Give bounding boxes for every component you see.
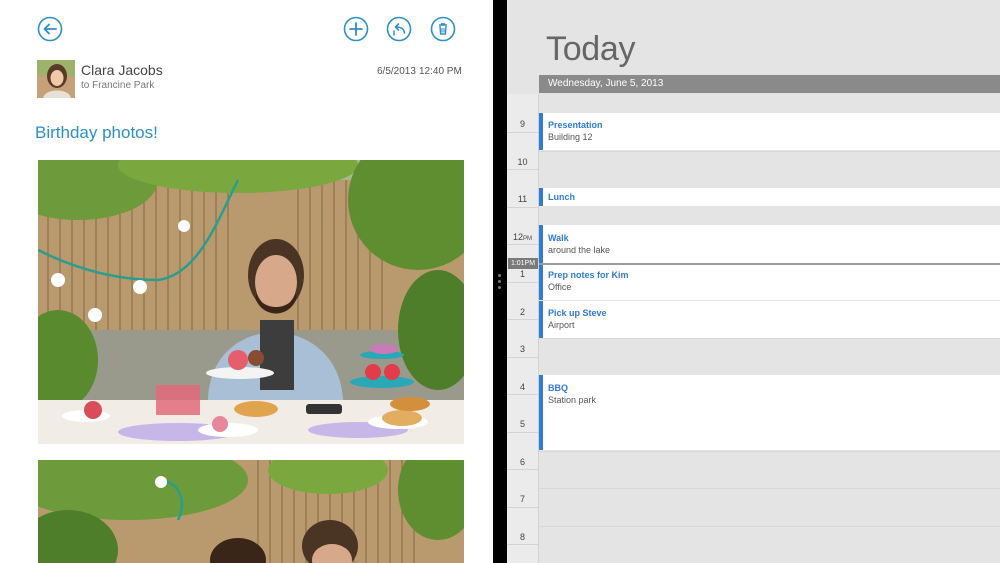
garden-party-photo-icon xyxy=(38,160,464,444)
snap-splitter[interactable] xyxy=(493,0,507,563)
event-title: Walk xyxy=(548,233,569,243)
hour-divider xyxy=(507,244,538,245)
event-lunch[interactable]: Lunch xyxy=(539,188,1000,206)
sender-avatar xyxy=(37,60,75,98)
hour-divider xyxy=(507,206,538,208)
current-time-line xyxy=(539,263,1000,265)
calendar-title: Today xyxy=(546,30,636,68)
garden-party-photo-icon xyxy=(38,460,464,563)
hour-label: 9 xyxy=(507,119,538,129)
hour-label: 6 xyxy=(507,457,538,467)
date-header: Wednesday, June 5, 2013 xyxy=(539,75,1000,93)
hour-suffix: PM xyxy=(523,235,532,242)
hour-label: 12PM xyxy=(507,232,538,242)
hour-label: 10 xyxy=(507,157,538,167)
hour-divider xyxy=(507,394,538,395)
event-location: around the lake xyxy=(548,245,611,255)
sender-name[interactable]: Clara Jacobs xyxy=(81,62,163,78)
new-message-button[interactable] xyxy=(343,16,369,42)
hour-divider xyxy=(507,319,538,320)
back-icon xyxy=(37,16,63,42)
hour-label: 5 xyxy=(507,419,538,429)
hour-label: 8 xyxy=(507,532,538,542)
hour-label: 1 xyxy=(507,269,538,279)
event-presentation[interactable]: Presentation Building 12 xyxy=(539,113,1000,150)
trash-icon xyxy=(430,16,456,42)
hour-number: 3 xyxy=(519,344,525,354)
event-location: Station park xyxy=(548,395,597,405)
splitter-grip xyxy=(498,280,501,283)
hour-number: 12 xyxy=(512,231,523,242)
hour-number: 5 xyxy=(519,419,525,429)
person-photo-icon xyxy=(37,60,75,98)
half-hour-line xyxy=(539,525,1000,527)
attached-photo[interactable] xyxy=(38,160,464,444)
hour-label: 2 xyxy=(507,307,538,317)
event-title: BBQ xyxy=(548,383,568,393)
hour-number: 1 xyxy=(519,269,525,279)
reply-icon xyxy=(386,16,412,42)
sent-date: 6/5/2013 xyxy=(377,66,416,77)
event-walk[interactable]: Walk around the lake xyxy=(539,225,1000,263)
hour-number: 7 xyxy=(519,494,525,504)
event-location: Office xyxy=(548,282,572,292)
hour-number: 10 xyxy=(517,156,528,167)
hour-divider xyxy=(507,544,538,545)
event-title: Pick up Steve xyxy=(548,308,607,318)
calendar-day-view: Today Wednesday, June 5, 2013 Presentati… xyxy=(507,0,1000,563)
half-hour-line xyxy=(539,150,1000,152)
half-hour-line xyxy=(539,488,1000,489)
sent-time: 12:40 PM xyxy=(419,66,462,77)
respond-button[interactable] xyxy=(386,16,412,42)
hour-number: 2 xyxy=(519,306,525,317)
hour-divider xyxy=(507,131,538,133)
hour-label: 7 xyxy=(507,494,538,504)
event-title: Prep notes for Kim xyxy=(548,270,629,280)
hour-divider xyxy=(507,281,538,283)
attached-photo[interactable] xyxy=(38,460,464,563)
hour-divider xyxy=(507,469,538,470)
current-time-badge: 1:01PM xyxy=(508,258,538,269)
hour-divider xyxy=(507,506,538,508)
event-location: Airport xyxy=(548,320,575,330)
event-location: Building 12 xyxy=(548,132,593,142)
hour-number: 6 xyxy=(519,456,525,467)
delete-button[interactable] xyxy=(430,16,456,42)
hour-divider xyxy=(507,169,538,170)
event-title: Lunch xyxy=(548,192,575,202)
hour-label: 4 xyxy=(507,382,538,392)
mail-reading-pane: Clara Jacobs to Francine Park 6/5/2013 1… xyxy=(0,0,493,563)
half-hour-line xyxy=(539,450,1000,452)
hour-divider xyxy=(507,356,538,358)
hour-divider xyxy=(507,431,538,433)
half-hour-line xyxy=(539,338,1000,339)
recipient-line: to Francine Park xyxy=(81,80,155,91)
hour-number: 11 xyxy=(517,194,528,204)
event-pick-up-steve[interactable]: Pick up Steve Airport xyxy=(539,301,1000,338)
splitter-grip xyxy=(498,286,501,289)
hour-label: 3 xyxy=(507,344,538,354)
hour-label: 11 xyxy=(507,194,538,204)
hour-number: 8 xyxy=(519,531,525,542)
hour-number: 9 xyxy=(519,119,525,129)
hour-number: 4 xyxy=(519,381,525,392)
event-bbq[interactable]: BBQ Station park xyxy=(539,375,1000,450)
back-button[interactable] xyxy=(37,16,63,42)
event-prep-notes[interactable]: Prep notes for Kim Office xyxy=(539,265,1000,300)
message-subject: Birthday photos! xyxy=(35,123,158,142)
event-title: Presentation xyxy=(548,120,603,130)
plus-icon xyxy=(343,16,369,42)
splitter-grip xyxy=(498,274,501,277)
